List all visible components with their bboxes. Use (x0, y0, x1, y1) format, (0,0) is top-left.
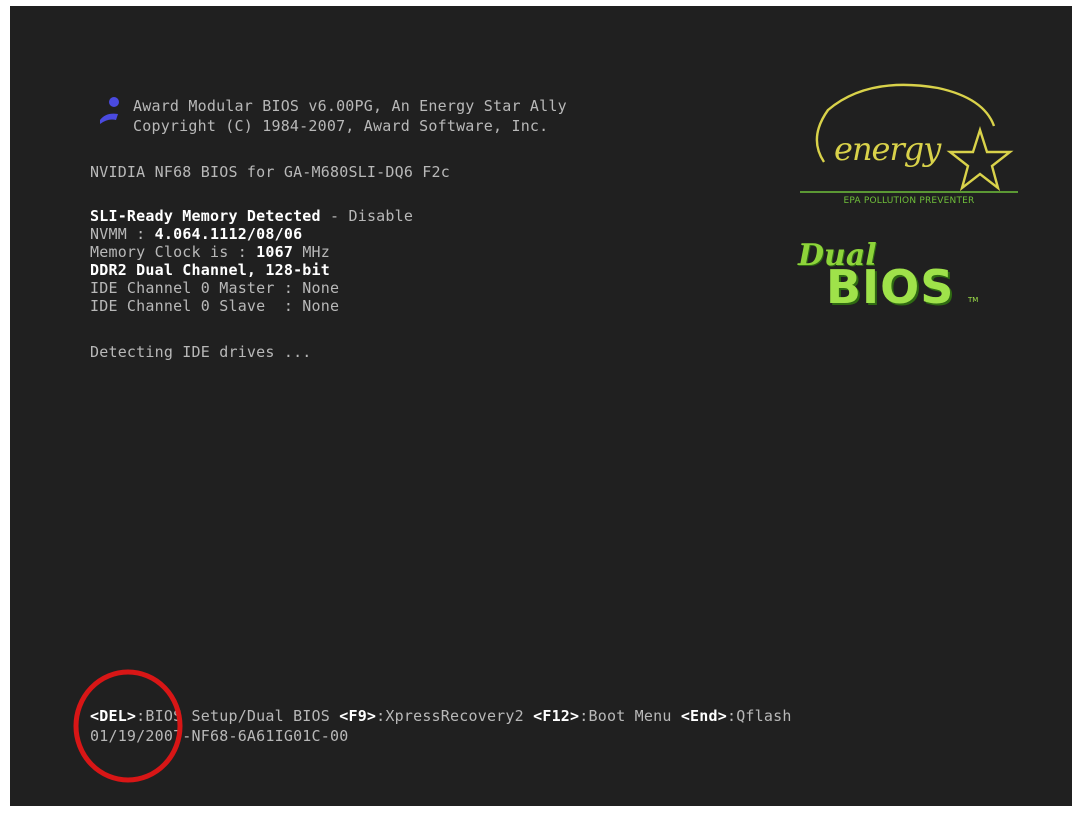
sli-memory-line: SLI-Ready Memory Detected - Disable (90, 208, 413, 225)
energy-logo-word: energy (834, 130, 941, 168)
del-key: <DEL> (90, 707, 137, 725)
award-bios-logo-icon (100, 97, 119, 124)
end-key-desc: :Qflash (726, 707, 792, 725)
end-key: <End> (680, 707, 727, 725)
detecting-ide-line: Detecting IDE drives ... (90, 343, 312, 361)
hotkey-line: <DEL>:BIOS Setup/Dual BIOS <F9>:XpressRe… (90, 708, 792, 725)
ide-slave-line: IDE Channel 0 Slave : None (90, 297, 340, 315)
ide-master-line: IDE Channel 0 Master : None (90, 279, 340, 297)
energy-star-logo: energy EPA POLLUTION PREVENTER (798, 78, 1020, 218)
memory-clock-label: Memory Clock is : (90, 243, 257, 261)
del-key-desc: :BIOS Setup/Dual BIOS (136, 707, 340, 725)
memory-clock-value: 1067 (256, 243, 294, 261)
copyright-line: Copyright (C) 1984-2007, Award Software,… (133, 117, 549, 135)
f12-key-desc: :Boot Menu (579, 707, 681, 725)
sli-memory-label: SLI-Ready Memory Detected (90, 207, 321, 225)
bios-id-string: 01/19/2007-NF68-6A61IG01C-00 (90, 727, 349, 745)
sli-memory-value: Disable (348, 207, 414, 225)
memory-clock-line: Memory Clock is : 1067 MHz (90, 244, 330, 261)
dual-bios-logo-tm: TM (968, 296, 979, 304)
memory-clock-unit: MHz (293, 243, 331, 261)
nvmm-line: NVMM : 4.064.1112/08/06 (90, 226, 302, 243)
dual-bios-logo-bios: BIOS (826, 260, 955, 314)
f9-key: <F9> (339, 707, 377, 725)
epa-caption: EPA POLLUTION PREVENTER (843, 196, 975, 206)
nvmm-value: 4.064.1112/08/06 (154, 225, 303, 243)
bios-post-screen: Award Modular BIOS v6.00PG, An Energy St… (10, 6, 1072, 806)
board-model-line: NVIDIA NF68 BIOS for GA-M680SLI-DQ6 F2c (90, 163, 450, 181)
nvmm-label: NVMM : (90, 225, 155, 243)
bios-version-line: Award Modular BIOS v6.00PG, An Energy St… (133, 97, 567, 115)
dual-bios-logo-icon: Dual BIOS TM (790, 234, 1000, 314)
f12-key: <F12> (533, 707, 580, 725)
f9-key-desc: :XpressRecovery2 (376, 707, 534, 725)
sli-memory-separator: - (320, 207, 349, 225)
ddr-channel-line: DDR2 Dual Channel, 128-bit (90, 261, 330, 279)
